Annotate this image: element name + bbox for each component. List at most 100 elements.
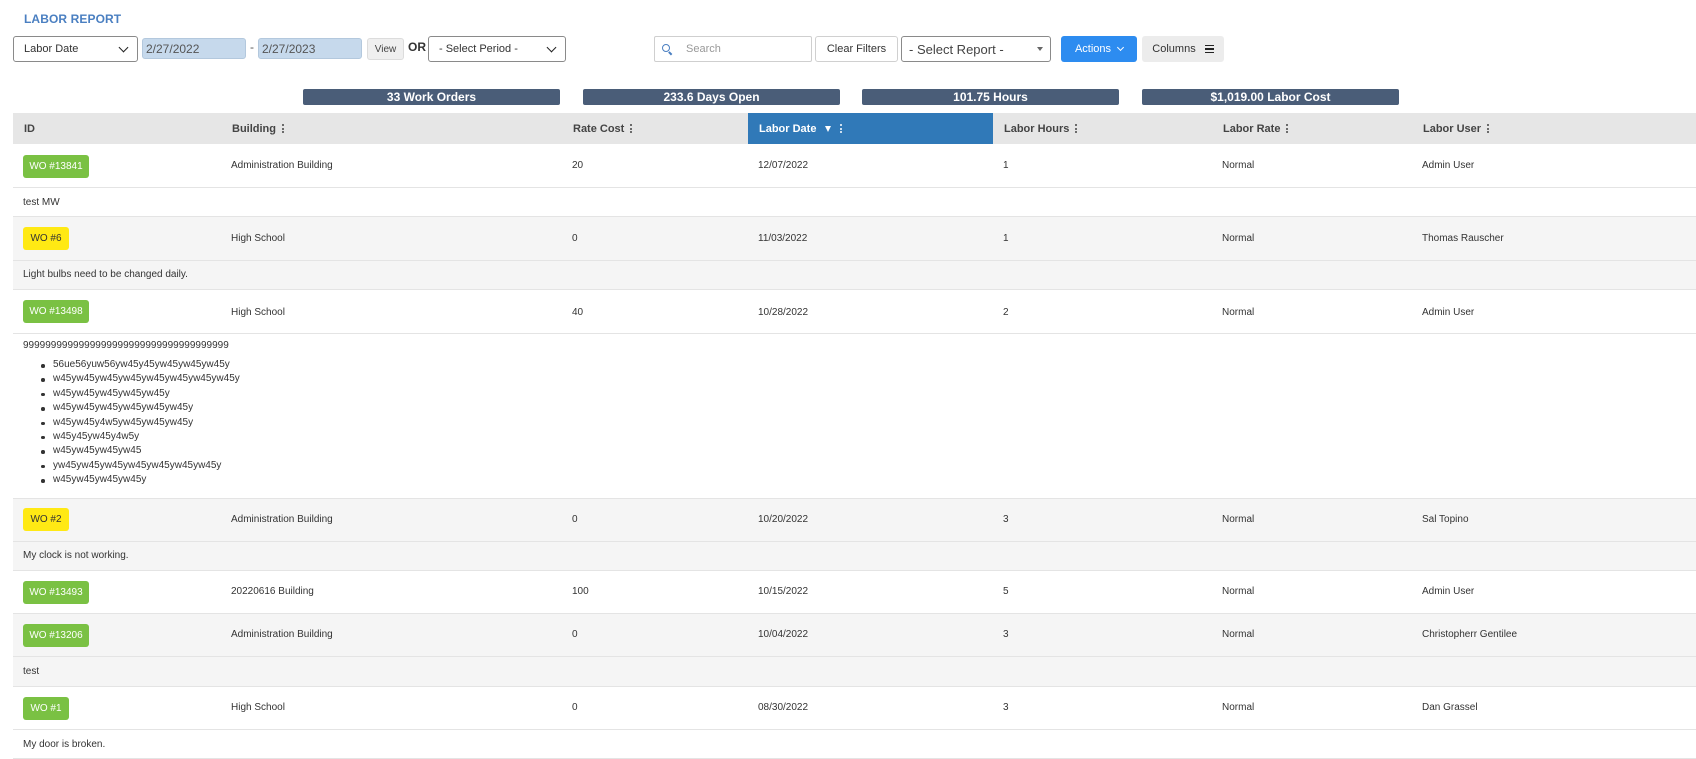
building-cell: 20220616 Building: [231, 586, 314, 597]
description-row: My clock is not working.: [13, 542, 1696, 571]
labor-rate-cell: Normal: [1222, 586, 1255, 597]
columns-label: Columns: [1152, 43, 1196, 55]
work-order-description: Light bulbs need to be changed daily.: [23, 269, 188, 280]
columns-button[interactable]: Columns: [1142, 36, 1224, 62]
labor-rate-cell: Normal: [1222, 629, 1255, 640]
filter-toolbar: Labor Date 2/27/2022 - 2/27/2023 View OR…: [13, 36, 1683, 62]
search-input[interactable]: Search: [654, 36, 812, 62]
report-select-value: - Select Report -: [909, 41, 1004, 57]
chevron-down-icon: [1116, 43, 1125, 52]
labor-date-cell: 11/03/2022: [758, 233, 808, 244]
description-bullet-list: 56ue56yuw56yw45y45yw45yw45yw45y w45yw45y…: [41, 358, 240, 488]
or-label: OR: [408, 40, 426, 54]
date-from-input[interactable]: 2/27/2022: [142, 38, 246, 59]
column-menu-icon[interactable]: [1286, 124, 1289, 133]
date-to-input[interactable]: 2/27/2023: [258, 38, 362, 59]
work-order-badge[interactable]: WO #13493: [23, 581, 89, 604]
labor-rate-cell: Normal: [1222, 307, 1255, 318]
rate-cost-cell: 40: [572, 307, 584, 318]
column-header-labor-date[interactable]: Labor Date: [748, 113, 993, 144]
building-cell: High School: [231, 307, 285, 318]
work-order-description: test MW: [23, 197, 60, 208]
column-header-labor-rate[interactable]: Labor Rate: [1223, 113, 1289, 144]
labor-hours-cell: 1: [1003, 160, 1009, 171]
labor-hours-cell: 5: [1003, 586, 1009, 597]
work-order-badge[interactable]: WO #13841: [23, 155, 89, 178]
list-item: w45yw45yw45yw45y: [41, 473, 240, 487]
sort-descending-icon[interactable]: [825, 125, 832, 132]
work-order-description: 9999999999999999999999999999999999999: [23, 340, 229, 351]
period-select-value: - Select Period -: [439, 43, 518, 55]
labor-rate-cell: Normal: [1222, 160, 1255, 171]
column-menu-icon[interactable]: [282, 124, 284, 133]
rate-cost-cell: 0: [572, 514, 578, 525]
work-order-badge[interactable]: WO #13206: [23, 624, 89, 647]
column-header-rate-cost[interactable]: Rate Cost: [573, 113, 633, 144]
table-row[interactable]: WO #13841 Administration Building 20 12/…: [13, 144, 1696, 188]
work-order-badge[interactable]: WO #6: [23, 227, 69, 250]
labor-date-cell: 10/04/2022: [758, 629, 809, 640]
column-menu-icon[interactable]: [630, 124, 633, 133]
period-select[interactable]: - Select Period -: [428, 36, 566, 62]
labor-hours-cell: 2: [1003, 307, 1009, 318]
view-button[interactable]: View: [367, 38, 404, 60]
clear-filters-button[interactable]: Clear Filters: [815, 36, 898, 62]
actions-button[interactable]: Actions: [1061, 36, 1137, 62]
building-cell: High School: [231, 233, 285, 244]
page-title: LABOR REPORT: [24, 12, 122, 26]
work-order-description: My door is broken.: [23, 739, 106, 750]
building-cell: Administration Building: [231, 160, 333, 171]
rate-cost-cell: 100: [572, 586, 589, 597]
column-header-labor-user[interactable]: Labor User: [1423, 113, 1490, 144]
labor-user-cell: Admin User: [1422, 160, 1475, 171]
labor-hours-cell: 1: [1003, 233, 1009, 244]
labor-user-cell: Admin User: [1422, 586, 1475, 597]
stat-hours: 101.75 Hours: [862, 89, 1119, 105]
description-row: test MW: [13, 188, 1696, 217]
column-menu-icon[interactable]: [1487, 124, 1490, 133]
report-select[interactable]: - Select Report -: [901, 36, 1051, 62]
list-item: 56ue56yuw56yw45y45yw45yw45yw45y: [41, 358, 240, 372]
labor-rate-cell: Normal: [1222, 514, 1255, 525]
chevron-down-icon: [546, 42, 557, 52]
building-cell: High School: [231, 702, 285, 713]
table-row[interactable]: WO #13206 Administration Building 0 10/0…: [13, 614, 1696, 657]
table-row[interactable]: WO #13493 20220616 Building 100 10/15/20…: [13, 571, 1696, 614]
list-item: w45yw45yw45yw45yw45yw45yw45yw45y: [41, 372, 240, 386]
work-order-badge[interactable]: WO #13498: [23, 300, 89, 323]
description-row: Light bulbs need to be changed daily.: [13, 261, 1696, 290]
labor-date-cell: 10/15/2022: [758, 586, 809, 597]
search-placeholder: Search: [686, 43, 721, 55]
work-order-badge[interactable]: WO #1: [23, 697, 69, 720]
column-header-building[interactable]: Building: [232, 113, 284, 144]
column-menu-icon[interactable]: [1075, 124, 1078, 133]
labor-user-cell: Thomas Rauscher: [1422, 233, 1504, 244]
description-row: My door is broken.: [13, 730, 1696, 759]
table-row[interactable]: WO #6 High School 0 11/03/2022 1 Normal …: [13, 217, 1696, 261]
labor-rate-cell: Normal: [1222, 702, 1255, 713]
caret-down-icon: [1037, 47, 1043, 51]
hamburger-icon: [1204, 45, 1214, 53]
column-menu-icon[interactable]: [840, 124, 843, 133]
labor-date-cell: 08/30/2022: [758, 702, 809, 713]
rate-cost-cell: 0: [572, 702, 578, 713]
date-type-select[interactable]: Labor Date: [13, 36, 138, 62]
table-row[interactable]: WO #13498 High School 40 10/28/2022 2 No…: [13, 290, 1696, 334]
list-item: w45y45yw45y4w5y: [41, 430, 240, 444]
labor-rate-cell: Normal: [1222, 233, 1255, 244]
labor-date-cell: 10/20/2022: [758, 514, 809, 525]
stat-labor-cost: $1,019.00 Labor Cost: [1142, 89, 1399, 105]
labor-hours-cell: 3: [1003, 629, 1009, 640]
work-order-badge[interactable]: WO #2: [23, 508, 69, 531]
search-icon: [662, 44, 672, 54]
table-row[interactable]: WO #2 Administration Building 0 10/20/20…: [13, 499, 1696, 542]
rate-cost-cell: 20: [572, 160, 584, 171]
labor-user-cell: Dan Grassel: [1422, 702, 1478, 713]
work-order-description: test: [23, 666, 40, 677]
actions-label: Actions: [1074, 43, 1112, 55]
column-header-labor-hours[interactable]: Labor Hours: [1004, 113, 1078, 144]
labor-user-cell: Admin User: [1422, 307, 1475, 318]
column-header-id[interactable]: ID: [24, 113, 35, 144]
description-row: 9999999999999999999999999999999999999 56…: [13, 334, 1696, 499]
table-row[interactable]: WO #1 High School 0 08/30/2022 3 Normal …: [13, 687, 1696, 730]
